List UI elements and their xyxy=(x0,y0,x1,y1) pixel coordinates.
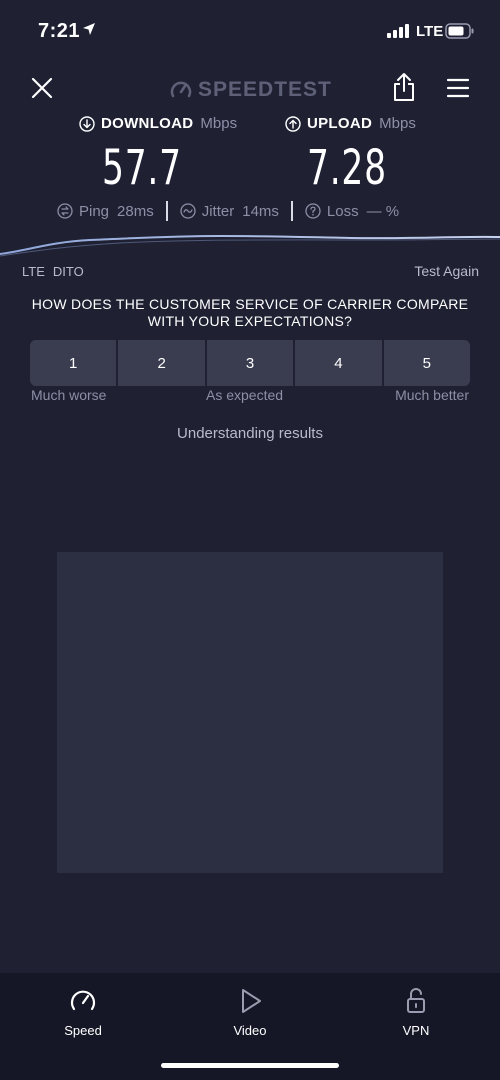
battery-icon xyxy=(445,23,474,39)
logo-text: SPEEDTEST xyxy=(198,78,332,101)
gauge-icon xyxy=(70,990,96,1011)
status-time: 7:21 xyxy=(38,20,81,42)
rating-label-low: Much worse xyxy=(31,387,107,403)
app-header: SPEEDTEST xyxy=(0,70,500,110)
upload-label: UPLOAD xyxy=(307,115,373,132)
upload-header: UPLOAD Mbps xyxy=(285,115,416,132)
stats-row: Ping 28ms Jitter 14ms Loss — % xyxy=(57,200,457,222)
download-value: 57.7 xyxy=(102,140,182,196)
divider xyxy=(165,201,168,221)
download-header: DOWNLOAD Mbps xyxy=(79,115,237,132)
jitter-icon xyxy=(180,203,196,219)
tab-vpn-label: VPN xyxy=(402,1023,430,1038)
ping-value: 28ms xyxy=(117,202,154,220)
speedtest-logo: SPEEDTEST xyxy=(170,76,332,104)
loss-value: — % xyxy=(366,202,400,220)
survey-question: HOW DOES THE CUSTOMER SERVICE OF CARRIER… xyxy=(31,296,469,329)
location-arrow-icon xyxy=(83,23,95,35)
rating-option-3[interactable]: 3 xyxy=(206,340,296,386)
rating-scale: 1 2 3 4 5 xyxy=(30,340,470,386)
jitter-label: Jitter xyxy=(201,202,235,220)
test-again-button[interactable]: Test Again xyxy=(414,263,479,279)
lock-icon xyxy=(407,988,425,1013)
loss-label: Loss xyxy=(326,202,359,220)
rating-option-2[interactable]: 2 xyxy=(118,340,207,386)
ping-icon xyxy=(57,203,73,219)
divider xyxy=(290,201,293,221)
tab-video-label: Video xyxy=(233,1023,267,1038)
share-icon[interactable] xyxy=(392,72,416,102)
loss-stat: Loss — % xyxy=(305,203,399,220)
rating-option-1[interactable]: 1 xyxy=(30,340,119,386)
rating-labels: Much worse As expected Much better xyxy=(31,387,469,405)
upload-arrow-icon xyxy=(285,115,301,132)
tab-speed[interactable]: Speed xyxy=(43,987,123,1047)
carrier-name: DITO xyxy=(52,264,84,279)
speed-graph xyxy=(0,234,500,257)
jitter-stat: Jitter 14ms xyxy=(180,203,279,220)
jitter-value: 14ms xyxy=(242,202,279,220)
rating-label-mid: As expected xyxy=(206,387,284,403)
question-icon xyxy=(305,203,321,219)
home-indicator[interactable] xyxy=(161,1063,339,1068)
ad-placeholder xyxy=(57,552,443,873)
upload-value: 7.28 xyxy=(307,140,387,196)
cellular-signal-icon xyxy=(387,24,409,38)
network-type: LTE xyxy=(416,23,444,40)
understanding-results-link[interactable]: Understanding results xyxy=(0,425,500,442)
download-unit: Mbps xyxy=(200,115,238,132)
download-label: DOWNLOAD xyxy=(101,115,194,132)
ping-label: Ping xyxy=(79,202,110,220)
ping-stat: Ping 28ms xyxy=(57,203,154,220)
connection-type: LTE xyxy=(22,264,45,279)
status-bar: 7:21 LTE xyxy=(0,0,500,60)
rating-option-4[interactable]: 4 xyxy=(295,340,384,386)
upload-unit: Mbps xyxy=(379,115,416,132)
close-icon[interactable] xyxy=(30,76,54,100)
menu-icon[interactable] xyxy=(446,76,470,100)
play-icon xyxy=(242,989,261,1013)
tab-vpn[interactable]: VPN xyxy=(376,987,456,1047)
tab-speed-label: Speed xyxy=(64,1023,102,1038)
tab-video[interactable]: Video xyxy=(210,987,290,1047)
gauge-logo-icon xyxy=(170,81,192,98)
rating-label-high: Much better xyxy=(395,387,469,403)
carrier-info: LTE DITO xyxy=(22,264,84,279)
rating-option-5[interactable]: 5 xyxy=(383,340,470,386)
download-arrow-icon xyxy=(79,115,95,132)
